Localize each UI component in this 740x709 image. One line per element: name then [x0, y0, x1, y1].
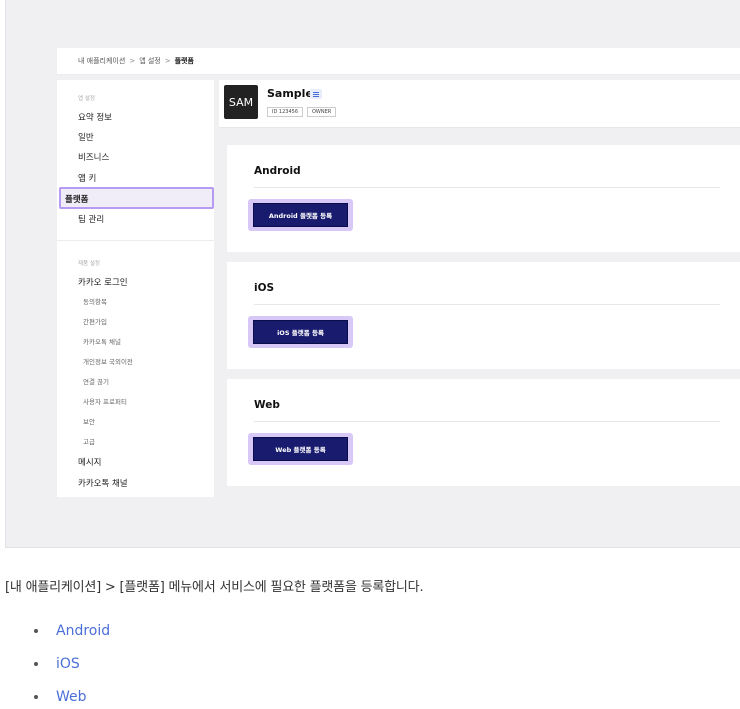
- register-web-button[interactable]: Web 플랫폼 등록: [253, 437, 348, 461]
- platform-card-web: Web Web 플랫폼 등록: [227, 379, 740, 486]
- sidebar-item-label: 플랫폼: [65, 195, 89, 205]
- list-item: Web: [34, 680, 110, 709]
- platform-card-android: Android Android 플랫폼 등록: [227, 145, 740, 252]
- sidebar-sub-security[interactable]: 보안: [83, 416, 95, 426]
- sidebar-item-business[interactable]: 비즈니스: [78, 151, 109, 163]
- button-highlight: Web 플랫폼 등록: [248, 433, 353, 465]
- list-item: iOS: [34, 647, 110, 680]
- breadcrumb-my-apps[interactable]: 내 애플리케이션: [78, 56, 125, 66]
- sidebar-item-summary[interactable]: 요약 정보: [78, 111, 112, 123]
- sidebar-sub-privacy-transfer[interactable]: 개인정보 국외이전: [83, 356, 133, 366]
- app-header: SAM Sample ID 123456 OWNER: [219, 80, 740, 128]
- sidebar-sub-kakaotalk-channel[interactable]: 카카오톡 채널: [83, 336, 121, 346]
- sidebar-divider: [57, 240, 214, 241]
- platform-title: iOS: [254, 282, 275, 294]
- sidebar-sub-consent[interactable]: 동의항목: [83, 296, 107, 306]
- platform-card-ios: iOS iOS 플랫폼 등록: [227, 262, 740, 369]
- platform-title: Android: [254, 165, 301, 177]
- breadcrumb-current: 플랫폼: [174, 57, 194, 65]
- sidebar: 앱 설정 요약 정보 일반 비즈니스 앱 키 플랫폼 팀 관리 제품 설정 카카…: [57, 80, 214, 497]
- sidebar-item-app-key[interactable]: 앱 키: [78, 172, 96, 184]
- sidebar-sub-unlink[interactable]: 연결 끊기: [83, 376, 109, 386]
- sidebar-item-kakao-login[interactable]: 카카오 로그인: [78, 276, 128, 288]
- link-web[interactable]: Web: [56, 689, 87, 705]
- sidebar-item-message[interactable]: 메시지: [78, 456, 101, 468]
- sidebar-item-kakaotalk-channel[interactable]: 카카오톡 채널: [78, 477, 128, 489]
- button-highlight: iOS 플랫폼 등록: [248, 316, 353, 348]
- link-android[interactable]: Android: [56, 623, 110, 639]
- sidebar-item-team[interactable]: 팀 관리: [78, 213, 104, 225]
- register-android-button[interactable]: Android 플랫폼 등록: [253, 203, 348, 227]
- link-ios[interactable]: iOS: [56, 656, 80, 672]
- app-icon: SAM: [224, 85, 258, 119]
- sidebar-item-platform[interactable]: 플랫폼: [59, 187, 214, 209]
- platform-link-list: Android iOS Web: [34, 614, 110, 709]
- sidebar-sub-advanced[interactable]: 고급: [83, 436, 95, 446]
- description-text: [내 애플리케이션] > [플랫폼] 메뉴에서 서비스에 필요한 플랫폼을 등록…: [5, 580, 424, 595]
- divider: [254, 421, 720, 422]
- app-role-tag: OWNER: [307, 107, 337, 117]
- button-highlight: Android 플랫폼 등록: [248, 199, 353, 231]
- sidebar-sub-user-property[interactable]: 사용자 프로퍼티: [83, 396, 127, 406]
- breadcrumb: 내 애플리케이션 > 앱 설정 > 플랫폼: [57, 48, 740, 75]
- register-ios-button[interactable]: iOS 플랫폼 등록: [253, 320, 348, 344]
- breadcrumb-separator: >: [129, 57, 136, 65]
- sidebar-sub-simple-signup[interactable]: 간편가입: [83, 316, 107, 326]
- bullet-icon: [34, 661, 38, 666]
- app-name: Sample: [267, 87, 313, 100]
- app-id-tag: ID 123456: [267, 107, 304, 117]
- list-icon[interactable]: [310, 89, 322, 99]
- breadcrumb-app-settings[interactable]: 앱 설정: [139, 56, 161, 66]
- sidebar-group-title-product: 제품 설정: [78, 261, 100, 267]
- divider: [254, 187, 720, 188]
- bullet-icon: [34, 694, 38, 699]
- divider: [254, 304, 720, 305]
- breadcrumb-separator: >: [164, 57, 171, 65]
- list-item: Android: [34, 614, 110, 647]
- sidebar-item-general[interactable]: 일반: [78, 131, 94, 143]
- sidebar-group-title-app: 앱 설정: [78, 96, 95, 102]
- platform-title: Web: [254, 399, 280, 411]
- bullet-icon: [34, 628, 38, 633]
